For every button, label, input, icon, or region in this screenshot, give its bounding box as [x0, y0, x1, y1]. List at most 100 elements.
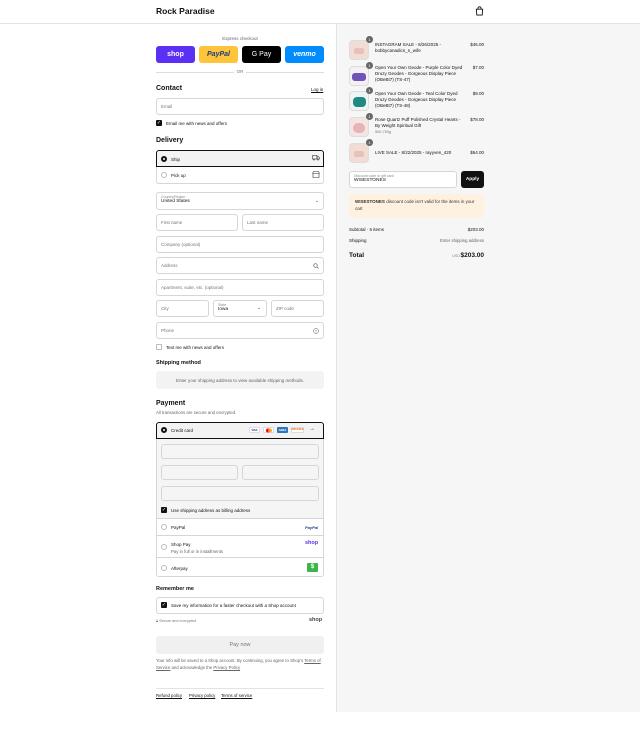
email-news-checkbox[interactable]: ✓	[156, 120, 162, 126]
disclaimer-and: and acknowledge the	[171, 664, 213, 670]
store-icon	[312, 171, 320, 178]
discount-warning: WISESTONES discount code isn't valid for…	[349, 194, 484, 218]
privacy-policy-link[interactable]: Privacy policy	[189, 693, 215, 698]
afterpay-label: Afterpay	[171, 566, 188, 571]
disclaimer-text: Your info will be saved to a Shop accoun…	[156, 658, 304, 663]
shop-pay-logo: shop	[305, 540, 319, 546]
footer-divider	[156, 688, 324, 689]
item-name: Open Your Own Geode - Teal Color Dyed Dr…	[375, 91, 458, 108]
card-name-field[interactable]	[161, 486, 319, 501]
divider-right	[246, 72, 324, 73]
delivery-heading: Delivery	[156, 137, 184, 144]
express-checkout-label: Express checkout	[222, 36, 258, 41]
shop-pay-label: Shop Pay	[171, 542, 191, 547]
subtotal-value: $203.00	[467, 227, 484, 232]
shop-pay-radio[interactable]	[161, 544, 167, 550]
zip-field[interactable]: ZIP code	[271, 300, 324, 317]
warning-code: WISESTONES	[355, 199, 385, 204]
save-info-label: Save my information for a faster checkou…	[171, 603, 296, 608]
terms-of-service-link[interactable]: Terms of service	[221, 693, 252, 698]
svg-text:?: ?	[315, 329, 317, 333]
country-select[interactable]: Country/Region United States	[156, 192, 324, 210]
or-label: OR	[236, 69, 244, 74]
shipping-method-heading: Shipping method	[156, 360, 201, 366]
pay-now-button[interactable]: Pay now	[156, 636, 324, 654]
ship-option[interactable]	[156, 150, 324, 167]
email-news-label: Email me with news and offers	[166, 121, 227, 126]
shop-pay-option[interactable]	[156, 536, 324, 558]
remember-me-heading: Remember me	[156, 586, 194, 592]
paypal-radio[interactable]	[161, 524, 167, 530]
help-icon[interactable]: ?	[313, 328, 319, 334]
payment-subtitle: All transactions are secure and encrypte…	[156, 410, 237, 415]
apply-button[interactable]: Apply	[461, 171, 484, 188]
mastercard-icon	[263, 427, 274, 433]
item-price: $78.00	[470, 117, 484, 122]
card-cvv-field[interactable]	[242, 465, 319, 480]
discount-code-value: WISESTONES	[354, 178, 386, 183]
google-pay-express-button[interactable]: G Pay	[242, 46, 281, 63]
item-quantity-badge: 1	[366, 113, 373, 120]
email-field[interactable]: Email	[156, 98, 324, 115]
address-field[interactable]: Address	[156, 257, 324, 274]
item-thumbnail	[349, 91, 369, 111]
venmo-express-button[interactable]: venmo	[285, 46, 324, 63]
contact-heading: Contact	[156, 85, 183, 92]
shipping-value: Enter shipping address	[440, 238, 484, 243]
ship-radio[interactable]	[161, 156, 167, 162]
item-quantity-badge: 1	[366, 87, 373, 94]
item-thumbnail	[349, 40, 369, 60]
paypal-express-button[interactable]: PayPal	[199, 46, 238, 63]
item-quantity-badge: 1	[366, 139, 373, 146]
pickup-label: Pick up	[171, 173, 186, 178]
credit-card-label: Credit card	[171, 428, 194, 433]
payment-heading: Payment	[156, 400, 186, 407]
paypal-label: PayPal	[171, 525, 186, 530]
item-variant: 500-750g	[375, 130, 392, 134]
pickup-radio[interactable]	[161, 172, 167, 178]
billing-address-label: Use shipping address as billing address	[171, 508, 251, 513]
card-number-field[interactable]	[161, 444, 319, 459]
amex-icon: AMEX	[277, 427, 288, 433]
ship-label: Ship	[171, 157, 181, 162]
shopping-bag-icon[interactable]	[475, 6, 484, 16]
visa-icon: VISA	[249, 427, 260, 433]
shop-pay-express-button[interactable]: shop	[156, 46, 195, 63]
last-name-field[interactable]: Last name	[242, 214, 324, 231]
card-expiry-field[interactable]	[161, 465, 238, 480]
item-quantity-badge: 1	[366, 36, 373, 43]
truck-icon	[312, 155, 320, 161]
discover-icon: DISCOVER	[291, 427, 304, 433]
phone-field[interactable]: Phone	[156, 322, 324, 339]
login-link[interactable]: Log in	[311, 87, 323, 92]
text-news-label: Text me with news and offers	[166, 345, 224, 350]
item-name: Rose Quartz Puff Polished Crystal Hearts…	[375, 117, 461, 128]
discount-code-field[interactable]: Discount code or gift card WISESTONES	[349, 171, 457, 188]
header: Rock Paradise	[0, 0, 640, 24]
shipping-method-message: Enter your shipping address to view avai…	[156, 371, 324, 389]
afterpay-radio[interactable]	[161, 565, 167, 571]
item-thumbnail	[349, 117, 369, 137]
item-name: LIVE SALE - 8/22/2025 - rayyven_420	[375, 150, 452, 155]
billing-address-checkbox[interactable]: ✓	[161, 507, 167, 513]
text-news-checkbox[interactable]	[156, 344, 162, 350]
company-field[interactable]: Company (optional)	[156, 236, 324, 253]
item-price: $9.00	[472, 91, 484, 96]
total-value: $203.00	[460, 252, 485, 259]
save-info-checkbox[interactable]: ✓	[161, 602, 167, 608]
subtotal-label: Subtotal · 5 items	[349, 227, 385, 232]
first-name-field[interactable]: First name	[156, 214, 238, 231]
credit-card-radio[interactable]	[161, 427, 167, 433]
afterpay-icon: $	[307, 563, 318, 572]
paypal-logo: PayPal	[305, 525, 319, 530]
store-name[interactable]: Rock Paradise	[156, 6, 215, 16]
secure-label: 🔒︎ Secure and encrypted	[156, 619, 197, 623]
more-cards-arrow-icon: →	[309, 426, 315, 432]
refund-policy-link[interactable]: Refund policy	[156, 693, 182, 698]
chevron-down-icon: ⌄	[315, 198, 320, 204]
item-thumbnail	[349, 143, 369, 163]
item-name: INSTAGRAM SALE - 8/26/2025 - bobbycanadi…	[375, 42, 441, 53]
city-field[interactable]: City	[156, 300, 209, 317]
shop-privacy-link[interactable]: Privacy Policy	[213, 665, 240, 670]
apartment-field[interactable]: Apartment, suite, etc. (optional)	[156, 279, 324, 296]
